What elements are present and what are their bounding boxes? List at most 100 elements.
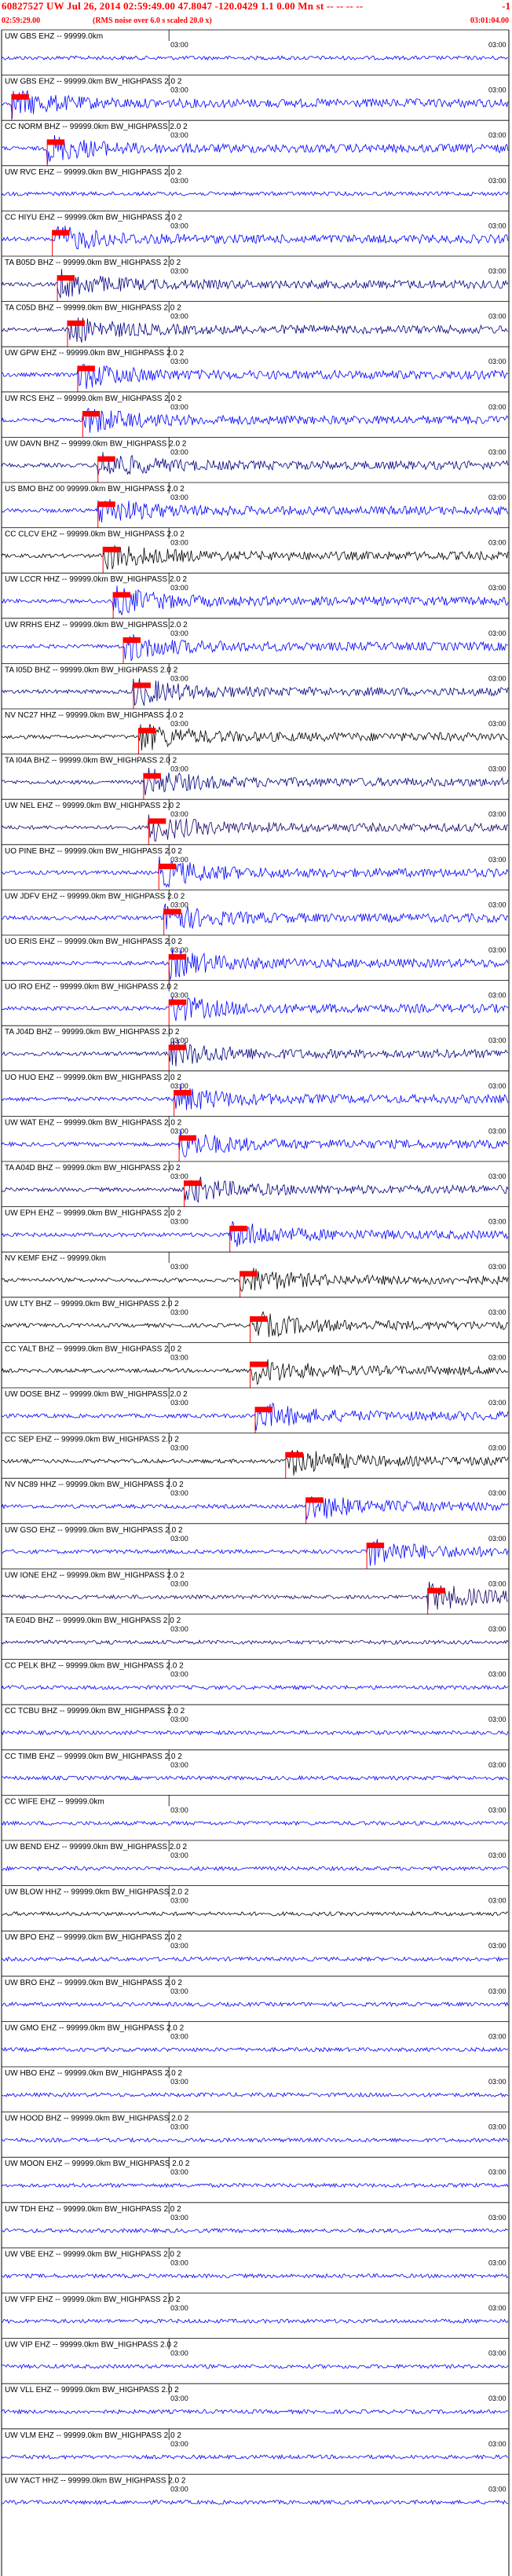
trace-label: US BMO BHZ 00 99999.0km BW_HIGHPASS 2.0 …: [5, 485, 185, 494]
tick-label-right: 03:00: [488, 1308, 507, 1316]
trace-label: NV NC27 HHZ -- 99999.0km BW_HIGHPASS 2.0…: [5, 711, 184, 720]
waveform: [1, 1539, 509, 1566]
tick-label: 03:00: [170, 1851, 188, 1859]
waveform: [1, 2227, 509, 2234]
waveform: [1, 408, 509, 433]
tick-label-right: 03:00: [488, 448, 507, 456]
trace-label: UW HOOD BHZ -- 99999.0km BW_HIGHPASS 2.0…: [5, 2115, 189, 2123]
waveform: [1, 499, 509, 523]
tick-label: 03:00: [170, 41, 188, 49]
trace-label: CC WIFE EHZ -- 99999.0km: [5, 1797, 104, 1806]
tick-label: 03:00: [170, 1308, 188, 1316]
tick-label-right: 03:00: [488, 1761, 507, 1769]
tick-label-right: 03:00: [488, 131, 507, 139]
tick-label-right: 03:00: [488, 2078, 507, 2086]
pick-marker: [52, 229, 70, 236]
tick-label: 03:00: [170, 1535, 188, 1543]
waveform: [1, 2046, 509, 2053]
tick-label-right: 03:00: [488, 358, 507, 365]
trace-label: UW GMO EHZ -- 99999.0km BW_HIGHPASS 2.0 …: [5, 2024, 185, 2032]
trace-label: UW WAT EHZ -- 99999.0km BW_HIGHPASS 2.0 …: [5, 1118, 182, 1127]
tick-label: 03:00: [170, 1399, 188, 1407]
trace-label: UW TDH EHZ -- 99999.0km BW_HIGHPASS 2.0 …: [5, 2205, 181, 2214]
waveform: [1, 767, 509, 796]
pick-marker: [229, 1225, 247, 1231]
pick-marker: [179, 1135, 197, 1141]
pick-marker: [169, 999, 187, 1005]
tick-label: 03:00: [170, 86, 188, 94]
tick-label: 03:00: [170, 1715, 188, 1723]
waveform: [1, 190, 509, 197]
trace-label: UW GBS EHZ -- 99999.0km BW_HIGHPASS 2.0 …: [5, 78, 182, 86]
tick-label-right: 03:00: [488, 1127, 507, 1135]
tick-label-right: 03:00: [488, 1851, 507, 1859]
trace-label: UW YACT HHZ -- 99999.0km BW_HIGHPASS 2.0…: [5, 2476, 186, 2485]
tick-label-right: 03:00: [488, 2394, 507, 2402]
tick-label: 03:00: [170, 2078, 188, 2086]
trace-label: CC TCBU BHZ -- 99999.0km BW_HIGHPASS 2.0…: [5, 1707, 185, 1715]
tick-label: 03:00: [170, 2304, 188, 2312]
tick-label: 03:00: [170, 1082, 188, 1090]
waveform: [1, 2001, 509, 2008]
pick-marker: [240, 1271, 258, 1277]
tick-label-right: 03:00: [488, 1082, 507, 1090]
tick-label: 03:00: [170, 494, 188, 501]
trace-label: TA C05D BHZ -- 99999.0km BW_HIGHPASS 2.0…: [5, 304, 181, 313]
trace-label: UW DOSE BHZ -- 99999.0km BW_HIGHPASS 2.0…: [5, 1390, 188, 1399]
pick-marker: [148, 818, 166, 824]
pick-marker: [143, 772, 161, 779]
trace-label: UW JDFV EHZ -- 99999.0km BW_HIGHPASS 2.0…: [5, 892, 185, 901]
tick-label-right: 03:00: [488, 2123, 507, 2131]
waveform: [1, 856, 509, 889]
pick-marker: [174, 1089, 192, 1095]
waveform: [1, 585, 509, 615]
trace-label: CC CLCV EHZ -- 99999.0km BW_HIGHPASS 2.0…: [5, 530, 185, 539]
pick-marker: [169, 1044, 187, 1051]
tick-label: 03:00: [170, 2214, 188, 2222]
tick-label-right: 03:00: [488, 1353, 507, 1361]
tick-label: 03:00: [170, 2032, 188, 2040]
waveform: [1, 2273, 509, 2279]
tick-label: 03:00: [170, 2440, 188, 2448]
tick-label: 03:00: [170, 1353, 188, 1361]
waveform: [1, 1129, 509, 1158]
tick-label: 03:00: [170, 177, 188, 185]
tick-label-right: 03:00: [488, 1625, 507, 1633]
tick-label: 03:00: [170, 1987, 188, 1995]
tick-label: 03:00: [170, 1897, 188, 1905]
tick-label-right: 03:00: [488, 2032, 507, 2040]
trace-label: NV NC89 HHZ -- 99999.0km BW_HIGHPASS 2.0…: [5, 1481, 184, 1489]
pick-marker: [97, 456, 115, 462]
waveform: [2, 2499, 509, 2505]
tick-label: 03:00: [170, 1761, 188, 1769]
tick-label-right: 03:00: [488, 86, 507, 94]
tick-label-right: 03:00: [488, 313, 507, 321]
waveform: [1, 1956, 509, 1962]
waveform: [1, 452, 509, 475]
tick-label-right: 03:00: [488, 1218, 507, 1226]
trace-label: UW BEND EHZ -- 99999.0km BW_HIGHPASS 2.0…: [5, 1843, 188, 1851]
pick-marker: [67, 320, 85, 326]
trace-label: UW MOON EHZ -- 99999.0km BW_HIGHPASS 2.0…: [5, 2160, 190, 2168]
trace-label: TA B05D BHZ -- 99999.0km BW_HIGHPASS 2.0…: [5, 259, 181, 267]
tick-label: 03:00: [170, 720, 188, 728]
trace-label: TA J04D BHZ -- 99999.0km BW_HIGHPASS 2.0…: [5, 1028, 180, 1037]
pick-marker: [169, 954, 187, 960]
waveform: [1, 55, 509, 61]
waveform: [1, 226, 509, 250]
waveform: [1, 1730, 509, 1736]
pick-marker: [82, 410, 101, 416]
waveform: [1, 1639, 509, 1645]
tick-label: 03:00: [170, 810, 188, 818]
pick-marker: [97, 501, 115, 508]
trace-label: CC NORM BHZ -- 99999.0km BW_HIGHPASS 2.0…: [5, 123, 188, 131]
waveform: [1, 2409, 509, 2415]
pick-marker: [77, 365, 95, 372]
tick-label-right: 03:00: [488, 1535, 507, 1543]
trace-label: TA I05D BHZ -- 99999.0km BW_HIGHPASS 2.0…: [5, 666, 178, 674]
trace-label: UW VFP EHZ -- 99999.0km BW_HIGHPASS 2.0 …: [5, 2295, 181, 2304]
tick-label-right: 03:00: [488, 946, 507, 954]
waveform: [1, 1449, 509, 1476]
tick-label: 03:00: [170, 2259, 188, 2266]
tick-label: 03:00: [170, 539, 188, 547]
